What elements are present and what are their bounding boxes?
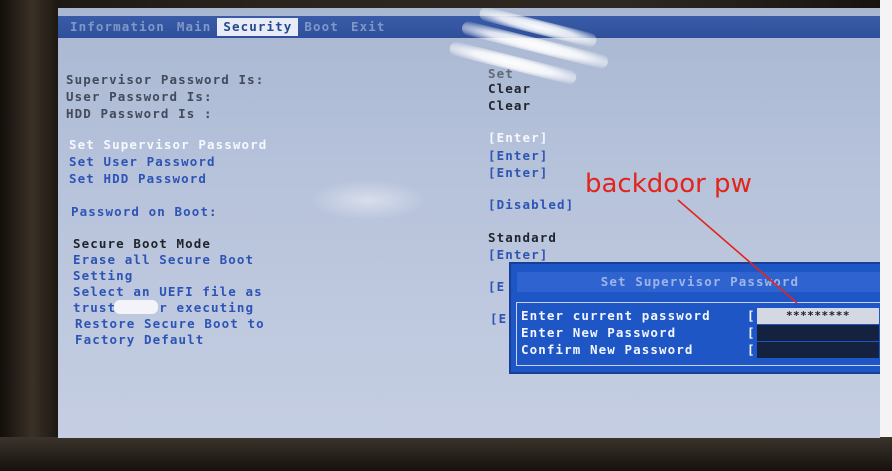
tab-security[interactable]: Security [217, 18, 299, 36]
user-password-status-label: User Password Is: [66, 89, 213, 104]
restore-secure-boot-value[interactable]: [E [490, 311, 507, 327]
secure-boot-mode-value[interactable]: Standard [488, 230, 557, 246]
annotation-label: backdoor pw [585, 169, 752, 199]
bios-screen: Information Main Security Boot Exit Supe… [58, 8, 880, 438]
erase-secure-boot-item[interactable]: Erase all Secure Boot [73, 252, 254, 268]
current-password-bracket-open: [ [747, 308, 756, 323]
screen-glare-soft [308, 180, 428, 220]
confirm-password-input[interactable] [757, 342, 879, 358]
tab-main[interactable]: Main [171, 18, 218, 36]
user-password-status-value: Clear [488, 81, 532, 96]
screen-glare-spot [114, 300, 158, 314]
set-hdd-password-item[interactable]: Set HDD Password [69, 171, 207, 187]
select-uefi-file-item-line2[interactable]: trusted for executing [73, 300, 254, 316]
current-password-input[interactable]: ********* [757, 308, 879, 324]
password-on-boot-item[interactable]: Password on Boot: [71, 204, 218, 220]
set-supervisor-password-value[interactable]: [Enter] [488, 130, 548, 146]
enter-current-password-label: Enter current password [521, 308, 711, 323]
tab-boot[interactable]: Boot [298, 18, 345, 36]
confirm-new-password-label: Confirm New Password [521, 342, 694, 357]
set-supervisor-password-item[interactable]: Set Supervisor Password [69, 137, 267, 153]
select-uefi-file-value[interactable]: [E [488, 279, 505, 295]
tab-information[interactable]: Information [64, 18, 171, 36]
set-hdd-password-value[interactable]: [Enter] [488, 165, 548, 181]
image-border-right [880, 0, 892, 471]
erase-secure-boot-value[interactable]: [Enter] [488, 247, 548, 263]
dialog-title: Set Supervisor Password [600, 274, 800, 289]
set-supervisor-password-dialog: Set Supervisor Password Enter current pa… [511, 264, 880, 372]
supervisor-password-status-label: Supervisor Password Is: [66, 72, 265, 87]
erase-secure-boot-item-line2[interactable]: Setting [73, 268, 133, 284]
new-password-input[interactable] [757, 325, 879, 341]
select-uefi-file-item[interactable]: Select an UEFI file as [73, 284, 263, 300]
set-user-password-item[interactable]: Set User Password [69, 154, 216, 170]
hdd-password-status-value: Clear [488, 98, 532, 113]
restore-secure-boot-item-line2[interactable]: Factory Default [75, 332, 204, 348]
monitor-bezel-bottom [0, 437, 892, 471]
photo-background: Information Main Security Boot Exit Supe… [0, 0, 892, 471]
password-on-boot-value[interactable]: [Disabled] [488, 197, 574, 213]
monitor-bezel-left [0, 0, 58, 471]
set-user-password-value[interactable]: [Enter] [488, 148, 548, 164]
new-password-bracket-open: [ [747, 325, 756, 340]
secure-boot-mode-label: Secure Boot Mode [73, 236, 212, 251]
tab-exit[interactable]: Exit [345, 18, 392, 36]
restore-secure-boot-item[interactable]: Restore Secure Boot to [75, 316, 265, 332]
confirm-password-bracket-open: [ [747, 342, 756, 357]
enter-new-password-label: Enter New Password [521, 325, 677, 340]
hdd-password-status-label: HDD Password Is : [66, 106, 213, 121]
